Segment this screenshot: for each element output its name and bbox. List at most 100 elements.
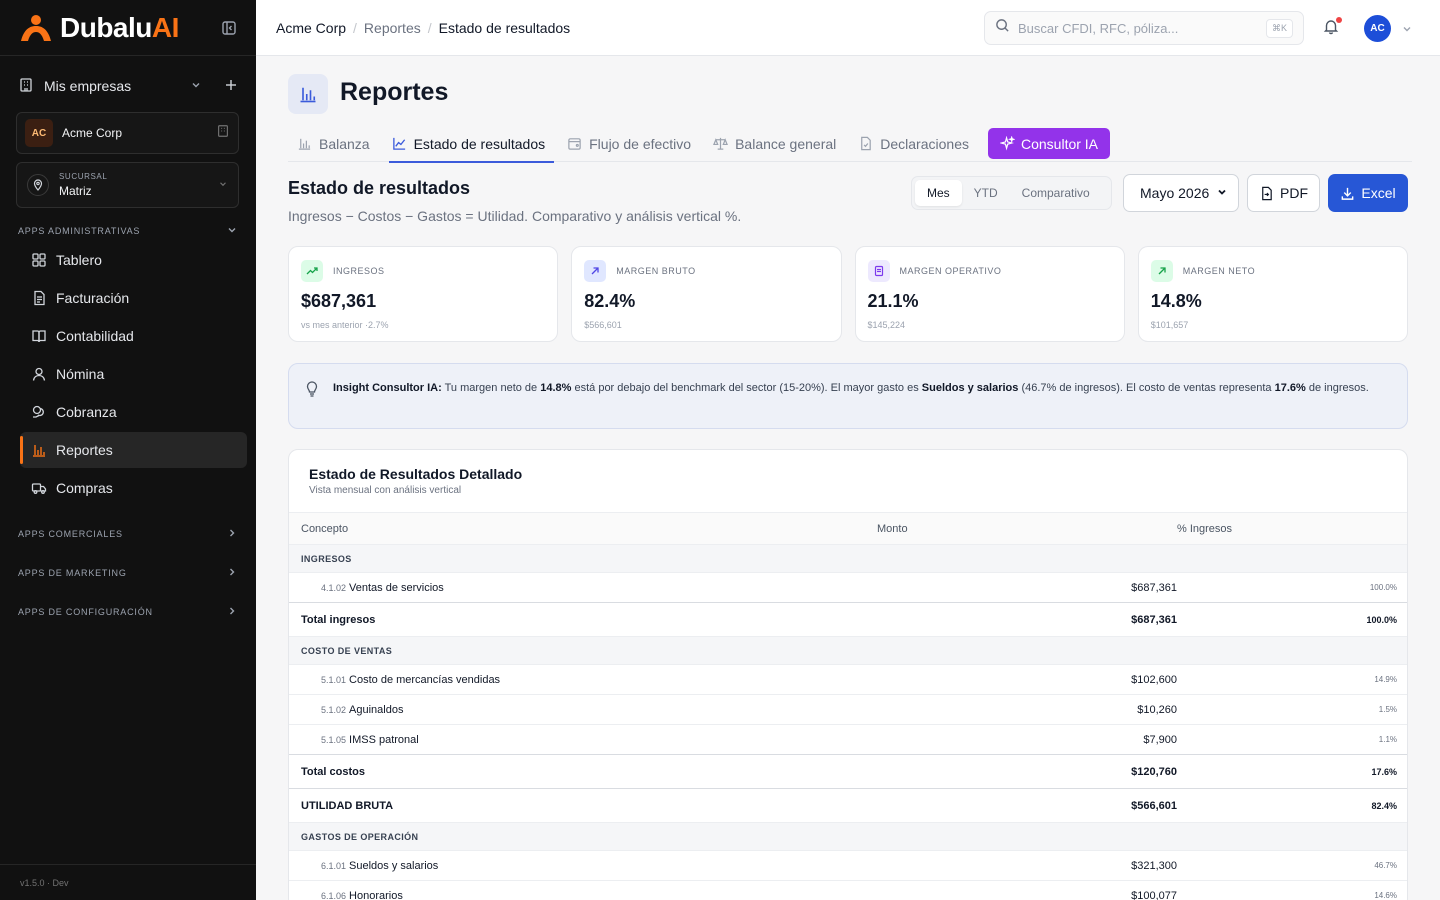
segment-ytd[interactable]: YTD (962, 180, 1010, 206)
user-avatar[interactable]: AC (1364, 15, 1391, 42)
section-apps-administrativas[interactable]: APPS ADMINISTRATIVAS (18, 224, 238, 238)
sidebar-collapse-icon[interactable] (220, 19, 238, 37)
amount-cell: $687,361 (877, 572, 1177, 603)
tab-consultor-ia[interactable]: Consultor IA (987, 128, 1111, 159)
amount-cell: $120,760 (877, 754, 1177, 789)
section-apps-configuracion[interactable]: APPS DE CONFIGURACIÓN (18, 605, 238, 619)
search-box[interactable]: ⌘K (984, 11, 1304, 45)
breadcrumb-separator: / (353, 19, 357, 36)
breadcrumb-current: Estado de resultados (438, 19, 571, 36)
tab-label: Balanza (319, 135, 370, 152)
tab-estado-de-resultados[interactable]: Estado de resultados (383, 126, 555, 163)
kpi-value: 21.1% (867, 291, 919, 311)
column-header-monto[interactable]: Monto (877, 512, 1177, 545)
company-card[interactable]: AC Acme Corp (16, 112, 239, 154)
insight-highlight: Sueldos y salarios (921, 382, 1019, 394)
sidebar-item-facturacion[interactable]: Facturación (20, 280, 247, 316)
kpi-label: INGRESOS (333, 266, 385, 276)
empresas-selector[interactable]: Mis empresas (0, 56, 256, 116)
ai-insight-banner: Insight Consultor IA: Tu margen neto de … (288, 363, 1408, 429)
notification-badge (1336, 17, 1342, 23)
percent-cell: 100.0% (1177, 602, 1407, 637)
page-title: Reportes (340, 78, 449, 106)
tab-declaraciones[interactable]: Declaraciones (849, 126, 978, 162)
sidebar-nav: Tablero Facturación Contabilidad Nómina … (20, 242, 247, 508)
concept-label: Ventas de servicios (349, 581, 444, 594)
section-label: APPS COMERCIALES (18, 529, 123, 539)
concept-cell: UTILIDAD BRUTA (289, 788, 877, 823)
add-company-icon[interactable] (224, 78, 238, 95)
sidebar-item-nomina[interactable]: Nómina (20, 356, 247, 392)
chevron-down-icon[interactable] (190, 78, 202, 94)
column-header-concepto[interactable]: Concepto (289, 512, 877, 545)
chevron-down-icon[interactable] (1401, 22, 1413, 40)
breadcrumb-reportes[interactable]: Reportes (364, 20, 421, 36)
report-tabs: Balanza Estado de resultados Flujo de ef… (288, 126, 1412, 163)
sidebar-item-label: Cobranza (56, 404, 117, 420)
sidebar-item-contabilidad[interactable]: Contabilidad (20, 318, 247, 354)
sucursal-text: SUCURSAL Matriz (59, 172, 107, 198)
insight-label: Insight Consultor IA: (333, 382, 442, 394)
tab-balance-general[interactable]: Balance general (704, 126, 845, 162)
period-mode-segmented: Mes YTD Comparativo (911, 176, 1112, 210)
bar-chart-icon (288, 74, 328, 114)
insight-text: de ingresos. (1305, 382, 1369, 394)
kpi-sub: $145,224 (867, 320, 906, 330)
section-apps-marketing[interactable]: APPS DE MARKETING (18, 566, 238, 580)
report-subtitle: Ingresos − Costos − Gastos = Utilidad. C… (288, 208, 742, 224)
kpi-value: 82.4% (584, 291, 636, 311)
topbar: Acme Corp / Reportes / Estado de resulta… (256, 0, 1440, 56)
concept-cell: 5.1.01 Costo de mercancías vendidas (289, 664, 877, 695)
notifications-bell-icon[interactable] (1322, 17, 1342, 37)
account-code: 5.1.01 (321, 674, 347, 685)
kpi-card-ingresos: INGRESOS $687,361 vs mes anterior ·2.7% (288, 246, 559, 342)
tab-flujo-de-efectivo[interactable]: Flujo de efectivo (558, 126, 700, 162)
export-excel-button[interactable]: Excel (1328, 174, 1408, 212)
segment-comparativo[interactable]: Comparativo (1010, 180, 1102, 206)
concept-cell: Total ingresos (289, 602, 877, 637)
percent-cell: 1.1% (1177, 724, 1407, 755)
chevron-right-icon (226, 566, 238, 580)
sidebar-item-compras[interactable]: Compras (20, 470, 247, 506)
period-select[interactable]: Mayo 2026 (1123, 174, 1239, 212)
kpi-label: MARGEN NETO (1182, 266, 1256, 276)
section-apps-comerciales[interactable]: APPS COMERCIALES (18, 527, 238, 541)
empresas-label: Mis empresas (44, 78, 132, 94)
group-label: GASTOS DE OPERACIÓN (289, 822, 1407, 851)
kpi-card-margen-neto: MARGEN NETO 14.8% $101,657 (1137, 246, 1408, 342)
table-total-row: Total costos $120,760 17.6% (289, 754, 1407, 789)
sidebar-item-reportes[interactable]: Reportes (20, 432, 247, 468)
tab-label: Estado de resultados (413, 135, 546, 152)
export-pdf-button[interactable]: PDF (1247, 174, 1320, 212)
tab-balanza[interactable]: Balanza (288, 126, 379, 162)
concept-label: UTILIDAD BRUTA (301, 799, 394, 812)
insight-text: Tu margen neto de (441, 382, 541, 394)
logo-text: DubaluAI (60, 12, 179, 44)
sidebar-item-tablero[interactable]: Tablero (20, 242, 247, 278)
bar-chart-icon (30, 441, 48, 459)
table-subtitle: Vista mensual con análisis vertical (309, 485, 462, 496)
coins-icon (30, 403, 48, 421)
report-title: Estado de resultados (288, 178, 471, 198)
chevron-down-icon (226, 224, 238, 238)
pdf-label: PDF (1280, 185, 1308, 201)
table-group-row: GASTOS DE OPERACIÓN (289, 822, 1407, 851)
segment-mes[interactable]: Mes (915, 180, 962, 206)
sucursal-selector[interactable]: SUCURSAL Matriz (16, 162, 239, 208)
amount-cell: $687,361 (877, 602, 1177, 637)
tab-label: Consultor IA (1020, 135, 1099, 152)
sidebar-item-label: Tablero (56, 252, 102, 268)
logo-main: Dubalu (60, 11, 152, 43)
tab-label: Flujo de efectivo (589, 135, 692, 152)
search-input[interactable] (1018, 20, 1258, 36)
trend-up-icon (301, 260, 323, 282)
person-icon (30, 365, 48, 383)
section-label: APPS DE MARKETING (18, 568, 127, 578)
chevron-right-icon (226, 605, 238, 619)
column-header-pct-ingresos[interactable]: % Ingresos (1177, 512, 1407, 545)
sidebar-item-cobranza[interactable]: Cobranza (20, 394, 247, 430)
concept-label: Total ingresos (301, 613, 376, 626)
breadcrumb-company[interactable]: Acme Corp (276, 20, 346, 36)
sidebar: DubaluAI Mis empresas AC Acme Corp SUCUR… (0, 0, 256, 900)
bar-chart-icon (297, 136, 312, 151)
